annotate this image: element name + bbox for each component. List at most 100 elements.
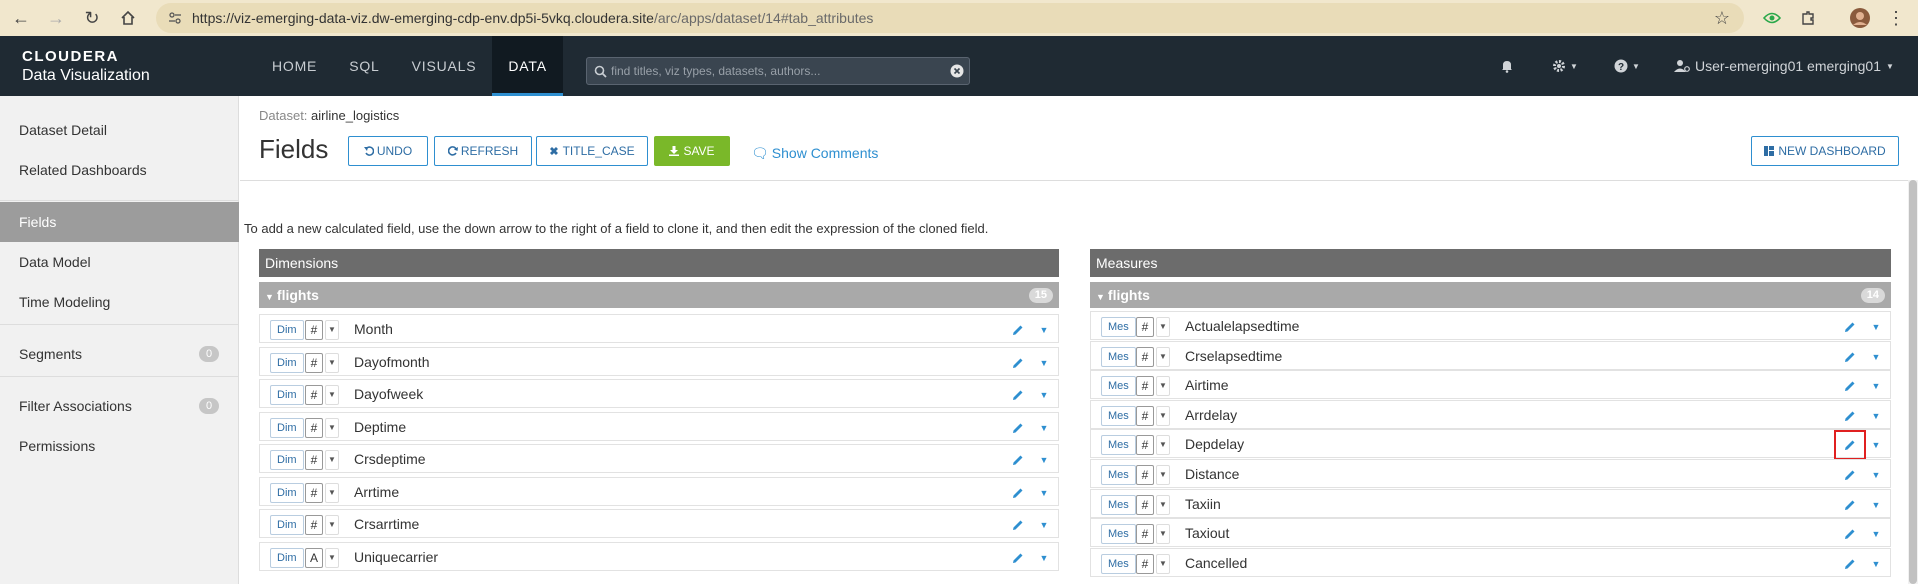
field-type-indicator[interactable]: A [305, 547, 323, 568]
field-menu-chevron-icon[interactable]: ▼ [1868, 376, 1884, 396]
field-role-pill[interactable]: Dim [270, 417, 304, 438]
edit-pencil-icon[interactable] [1839, 406, 1861, 426]
chevron-down-icon[interactable]: ▼ [325, 515, 339, 535]
field-type-indicator[interactable]: # [1136, 524, 1154, 545]
profile-avatar[interactable] [1848, 6, 1872, 30]
field-role-pill[interactable]: Dim [270, 385, 304, 405]
field-type-indicator[interactable]: # [305, 320, 323, 340]
field-type-indicator[interactable]: # [1136, 405, 1154, 426]
field-menu-chevron-icon[interactable]: ▼ [1036, 483, 1052, 503]
address-bar[interactable]: https://viz-emerging-data-viz.dw-emergin… [156, 3, 1744, 33]
nav-home[interactable]: HOME [256, 36, 333, 96]
undo-button[interactable]: UNDO [348, 136, 428, 166]
sidebar-item-time-modeling[interactable]: Time Modeling [0, 282, 239, 322]
home-icon[interactable] [116, 6, 140, 30]
field-type-indicator[interactable]: # [305, 482, 323, 503]
field-type-indicator[interactable]: # [305, 352, 323, 373]
scrollbar[interactable] [1908, 180, 1918, 584]
field-menu-chevron-icon[interactable]: ▼ [1036, 353, 1052, 373]
chevron-down-icon[interactable]: ▼ [325, 482, 339, 503]
field-type-indicator[interactable]: # [1136, 465, 1154, 485]
field-role-pill[interactable]: Mes [1101, 494, 1136, 515]
field-type-indicator[interactable]: # [1136, 435, 1154, 456]
chevron-down-icon[interactable]: ▼ [325, 320, 339, 340]
field-menu-chevron-icon[interactable]: ▼ [1036, 385, 1052, 405]
chevron-down-icon[interactable]: ▼ [325, 450, 339, 470]
sidebar-item-data-model[interactable]: Data Model [0, 242, 239, 282]
chevron-down-icon[interactable]: ▼ [1156, 317, 1170, 337]
field-type-indicator[interactable]: # [305, 417, 323, 438]
field-role-pill[interactable]: Dim [270, 515, 304, 535]
chevron-down-icon[interactable]: ▼ [1156, 346, 1170, 367]
edit-pencil-icon[interactable] [1007, 353, 1029, 373]
new-dashboard-button[interactable]: NEW DASHBOARD [1751, 136, 1899, 166]
show-comments-link[interactable]: 🗨 Show Comments [751, 145, 878, 162]
sidebar-item-fields[interactable]: Fields [0, 202, 239, 242]
field-role-pill[interactable]: Dim [270, 352, 304, 373]
chevron-down-icon[interactable]: ▼ [1156, 435, 1170, 456]
field-menu-chevron-icon[interactable]: ▼ [1868, 524, 1884, 544]
field-type-indicator[interactable]: # [305, 450, 323, 470]
field-type-indicator[interactable]: # [305, 385, 323, 405]
field-menu-chevron-icon[interactable]: ▼ [1036, 450, 1052, 470]
edit-pencil-icon[interactable] [1007, 483, 1029, 503]
field-menu-chevron-icon[interactable]: ▼ [1868, 406, 1884, 426]
field-type-indicator[interactable]: # [1136, 346, 1154, 367]
edit-pencil-icon[interactable] [1007, 320, 1029, 340]
chevron-down-icon[interactable]: ▼ [325, 385, 339, 405]
field-type-indicator[interactable]: # [1136, 553, 1154, 574]
field-menu-chevron-icon[interactable]: ▼ [1868, 465, 1884, 485]
sidebar-item-related-dashboards[interactable]: Related Dashboards [0, 150, 239, 190]
site-info-icon[interactable] [168, 11, 182, 30]
edit-pencil-icon[interactable] [1839, 524, 1861, 544]
chevron-down-icon[interactable]: ▼ [325, 547, 339, 568]
nav-sql[interactable]: SQL [333, 36, 395, 96]
title-case-button[interactable]: ✖ TITLE_CASE [536, 136, 648, 166]
edit-pencil-icon[interactable] [1839, 495, 1861, 515]
edit-pencil-icon[interactable] [1007, 418, 1029, 438]
edit-pencil-icon[interactable] [1007, 385, 1029, 405]
chevron-down-icon[interactable]: ▼ [325, 417, 339, 438]
notifications-bell-icon[interactable] [1500, 54, 1514, 78]
clear-search-icon[interactable] [950, 64, 964, 78]
sidebar-item-permissions[interactable]: Permissions [0, 426, 239, 466]
edit-pencil-icon[interactable] [1007, 515, 1029, 535]
browser-menu-icon[interactable]: ⋮ [1884, 6, 1908, 30]
reload-icon[interactable]: ↻ [80, 6, 104, 30]
forward-icon[interactable]: → [44, 6, 68, 30]
chevron-down-icon[interactable]: ▼ [1156, 494, 1170, 515]
sidebar-item-segments[interactable]: Segments 0 [0, 334, 239, 374]
save-button[interactable]: SAVE [654, 136, 730, 166]
nav-data[interactable]: DATA [492, 36, 563, 96]
user-menu[interactable]: User-emerging01 emerging01 ▼ [1674, 54, 1894, 78]
chevron-down-icon[interactable]: ▼ [325, 352, 339, 373]
eye-extension-icon[interactable] [1760, 6, 1784, 30]
edit-pencil-icon[interactable] [1007, 450, 1029, 470]
chevron-down-icon[interactable]: ▼ [1156, 405, 1170, 426]
chevron-down-icon[interactable]: ▼ [1156, 465, 1170, 485]
edit-pencil-icon[interactable] [1834, 430, 1866, 461]
field-menu-chevron-icon[interactable]: ▼ [1036, 418, 1052, 438]
sidebar-item-filter-associations[interactable]: Filter Associations 0 [0, 386, 239, 426]
field-role-pill[interactable]: Dim [270, 320, 304, 340]
edit-pencil-icon[interactable] [1007, 548, 1029, 568]
nav-visuals[interactable]: VISUALS [396, 36, 493, 96]
edit-pencil-icon[interactable] [1839, 376, 1861, 396]
edit-pencil-icon[interactable] [1839, 465, 1861, 485]
field-type-indicator[interactable]: # [1136, 376, 1154, 397]
field-menu-chevron-icon[interactable]: ▼ [1868, 347, 1884, 367]
search-input[interactable] [611, 64, 941, 78]
field-menu-chevron-icon[interactable]: ▼ [1868, 435, 1884, 455]
edit-pencil-icon[interactable] [1839, 554, 1861, 574]
field-type-indicator[interactable]: # [1136, 317, 1154, 337]
settings-gear-icon[interactable]: ▼ [1552, 54, 1578, 78]
edit-pencil-icon[interactable] [1839, 317, 1861, 337]
field-role-pill[interactable]: Mes [1101, 435, 1136, 456]
refresh-button[interactable]: REFRESH [434, 136, 532, 166]
field-menu-chevron-icon[interactable]: ▼ [1036, 320, 1052, 340]
field-role-pill[interactable]: Mes [1101, 317, 1136, 337]
help-icon[interactable]: ? ▼ [1614, 54, 1640, 78]
field-menu-chevron-icon[interactable]: ▼ [1868, 495, 1884, 515]
field-role-pill[interactable]: Dim [270, 547, 304, 568]
bookmark-star-icon[interactable]: ☆ [1714, 8, 1730, 29]
